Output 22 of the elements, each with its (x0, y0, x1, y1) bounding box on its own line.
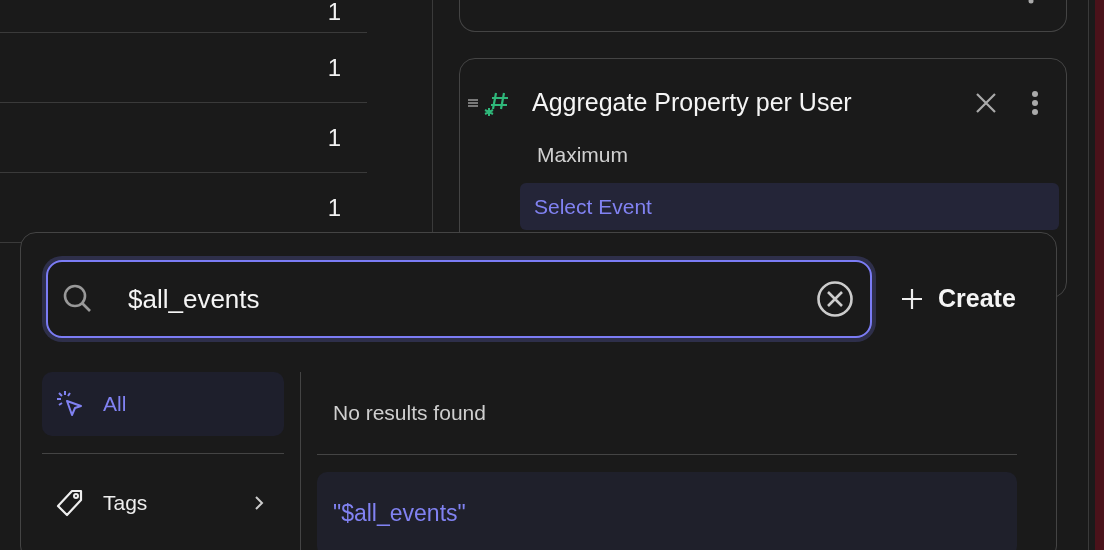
close-icon[interactable] (975, 91, 997, 114)
drag-handle-icon[interactable] (467, 96, 479, 109)
more-icon[interactable] (1028, 0, 1034, 6)
create-button[interactable]: Create (902, 280, 1016, 318)
category-item[interactable]: All (42, 372, 284, 436)
category-item[interactable]: Tags (42, 471, 284, 535)
table-cell: 1 (327, 55, 341, 80)
plus-icon (902, 289, 922, 309)
table-cell: 1 (327, 0, 341, 24)
clear-icon[interactable] (816, 280, 854, 318)
empty-message: No results found (333, 400, 486, 427)
event-selector[interactable]: Select Event (520, 183, 1059, 230)
cursor-click-icon (55, 389, 85, 419)
table-cell: 1 (327, 125, 341, 150)
more-icon[interactable] (1031, 89, 1039, 116)
tag-icon (55, 488, 85, 518)
result-item[interactable]: "$all_events" (317, 472, 1017, 550)
search-field[interactable]: $all_events (46, 260, 872, 338)
table-cell: 1 (327, 195, 341, 220)
aggregation-label[interactable]: Maximum (537, 138, 1059, 170)
card-title: Aggregate Property per User (532, 87, 853, 118)
chevron-right-icon (254, 495, 264, 511)
